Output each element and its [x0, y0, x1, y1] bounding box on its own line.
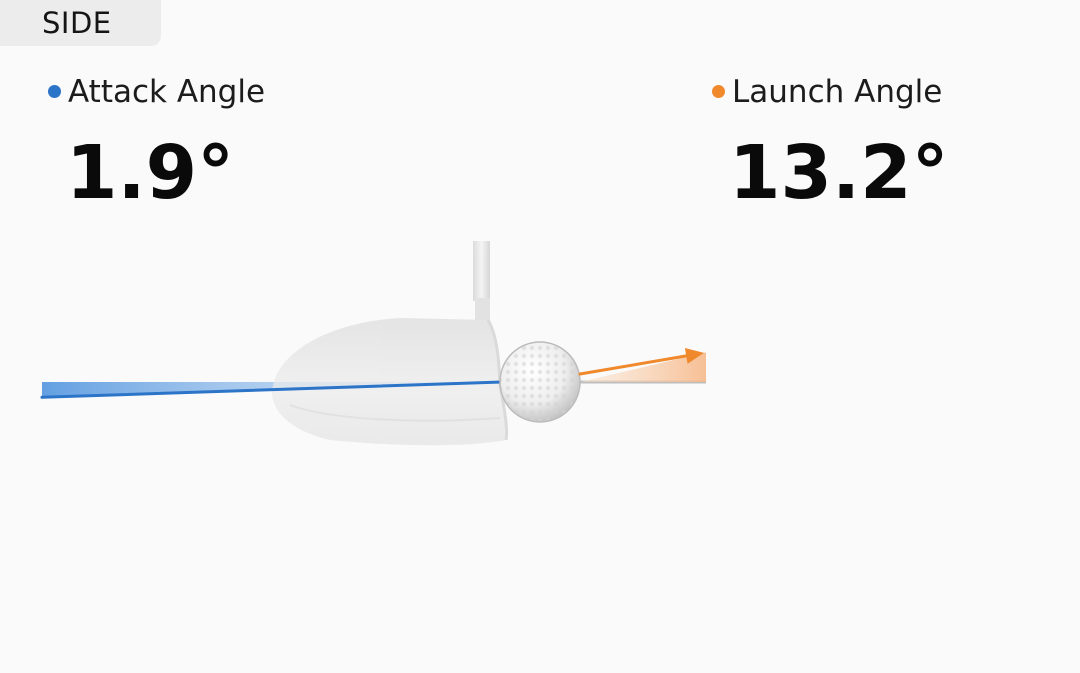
swing-diagram — [40, 241, 706, 446]
swing-side-view: SIDE Attack Angle 1.9° Launch Angle 13.2… — [0, 0, 1080, 673]
golf-ball-icon — [499, 341, 581, 423]
driver-head-icon — [272, 241, 509, 446]
